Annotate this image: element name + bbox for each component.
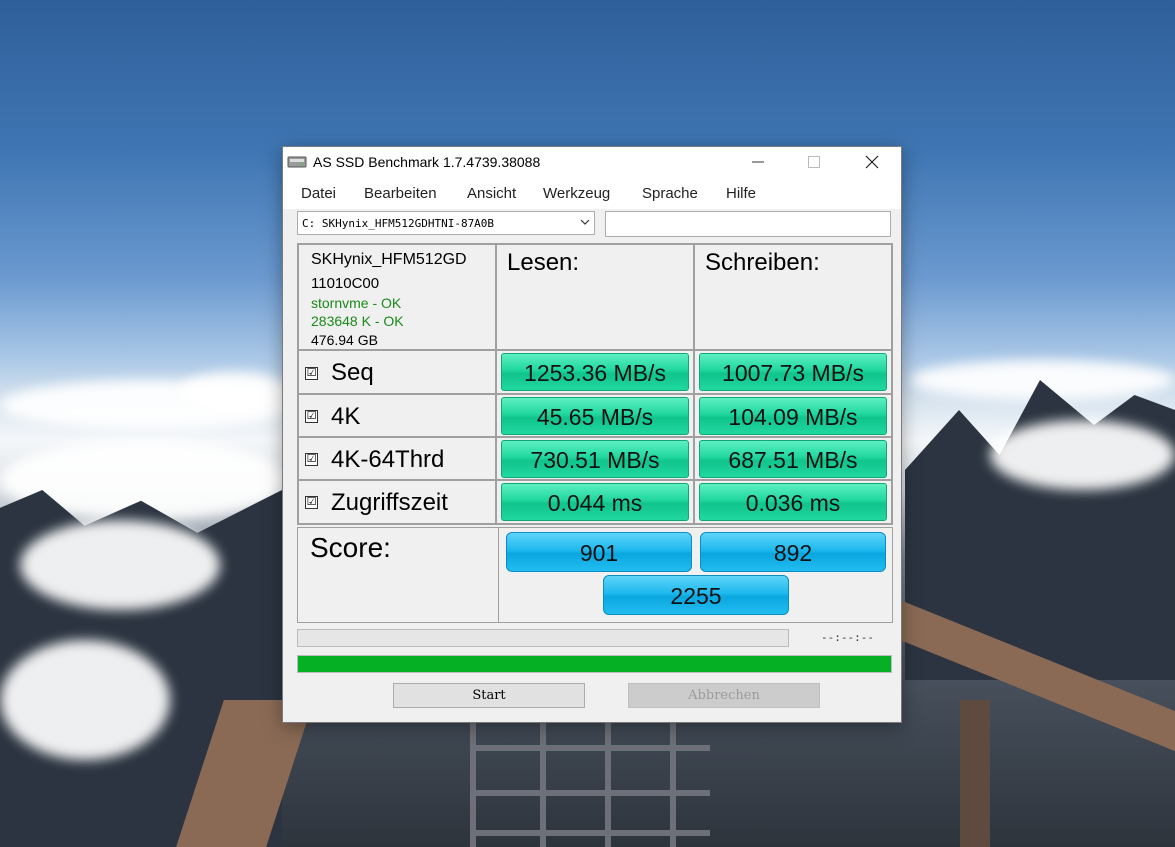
total-progress-fill: [298, 656, 891, 672]
4k64-label: 4K-64Thrd: [331, 446, 445, 473]
minimize-icon: [752, 161, 764, 163]
app-window: AS SSD Benchmark 1.7.4739.38088 Datei Be…: [282, 146, 902, 723]
drive-firmware: 11010C00: [311, 275, 380, 292]
read-header: Lesen:: [507, 249, 580, 276]
chevron-down-icon: [580, 219, 590, 225]
drive-capacity: 476.94 GB: [311, 332, 378, 348]
score-panel: Score: 901 892 2255: [297, 527, 893, 623]
menu-werkzeug[interactable]: Werkzeug: [543, 185, 610, 202]
row-4k64-label-cell: ☑ 4K-64Thrd: [298, 437, 496, 480]
menu-datei[interactable]: Datei: [301, 185, 336, 202]
drive-app-icon: [287, 156, 307, 168]
4k-checkbox[interactable]: ☑: [305, 410, 318, 423]
title-bar[interactable]: AS SSD Benchmark 1.7.4739.38088: [283, 147, 901, 177]
test-progress-bar: [297, 629, 789, 647]
alignment-status: 283648 K - OK: [311, 313, 404, 329]
seq-write-value: 1007.73 MB/s: [699, 353, 887, 391]
4k-write-value: 104.09 MB/s: [699, 397, 887, 435]
driver-status: stornvme - OK: [311, 295, 402, 311]
4k64-checkbox[interactable]: ☑: [305, 453, 318, 466]
test-size-field[interactable]: [605, 211, 891, 237]
maximize-button: [791, 147, 837, 177]
seq-read-cell: 1253.36 MB/s: [496, 350, 694, 394]
row-4k-label-cell: ☑ 4K: [298, 394, 496, 437]
drive-select[interactable]: C: SKHynix_HFM512GDHTNI-87A0B: [297, 211, 595, 235]
access-read-value: 0.044 ms: [501, 483, 689, 521]
4k64-read-cell: 730.51 MB/s: [496, 437, 694, 480]
access-label: Zugriffszeit: [331, 489, 448, 516]
results-grid: SKHynix_HFM512GD 11010C00 stornvme - OK …: [297, 243, 893, 525]
read-header-cell: Lesen:: [496, 244, 694, 350]
menu-bar: Datei Bearbeiten Ansicht Werkzeug Sprach…: [283, 177, 901, 209]
4k-label: 4K: [331, 403, 361, 430]
score-label: Score:: [310, 532, 391, 563]
window-title: AS SSD Benchmark 1.7.4739.38088: [313, 154, 541, 170]
score-total: 2255: [603, 575, 789, 615]
elapsed-time: --:--:--: [821, 631, 874, 644]
seq-read-value: 1253.36 MB/s: [501, 353, 689, 391]
seq-checkbox[interactable]: ☑: [305, 367, 318, 380]
total-progress-bar: [297, 655, 892, 673]
menu-ansicht[interactable]: Ansicht: [467, 185, 516, 202]
start-button[interactable]: Start: [393, 683, 585, 708]
cancel-button[interactable]: Abbrechen: [628, 683, 820, 708]
write-header: Schreiben:: [705, 249, 820, 276]
menu-bearbeiten[interactable]: Bearbeiten: [364, 185, 437, 202]
4k64-read-value: 730.51 MB/s: [501, 440, 689, 478]
close-button[interactable]: [849, 147, 895, 177]
drive-select-value: C: SKHynix_HFM512GDHTNI-87A0B: [302, 217, 495, 230]
minimize-button[interactable]: [735, 147, 781, 177]
4k-read-value: 45.65 MB/s: [501, 397, 689, 435]
4k-write-cell: 104.09 MB/s: [694, 394, 892, 437]
drive-info-panel: SKHynix_HFM512GD 11010C00 stornvme - OK …: [298, 244, 496, 350]
4k64-write-cell: 687.51 MB/s: [694, 437, 892, 480]
maximize-icon: [808, 156, 820, 168]
access-read-cell: 0.044 ms: [496, 480, 694, 524]
seq-label: Seq: [331, 359, 374, 386]
4k-read-cell: 45.65 MB/s: [496, 394, 694, 437]
seq-write-cell: 1007.73 MB/s: [694, 350, 892, 394]
row-access-label-cell: ☑ Zugriffszeit: [298, 480, 496, 524]
4k64-write-value: 687.51 MB/s: [699, 440, 887, 478]
score-read: 901: [506, 532, 692, 572]
row-seq-label-cell: ☑ Seq: [298, 350, 496, 394]
close-icon: [865, 155, 879, 169]
access-write-value: 0.036 ms: [699, 483, 887, 521]
menu-hilfe[interactable]: Hilfe: [726, 185, 756, 202]
score-label-cell: Score:: [298, 528, 499, 622]
access-write-cell: 0.036 ms: [694, 480, 892, 524]
access-checkbox[interactable]: ☑: [305, 496, 318, 509]
menu-sprache[interactable]: Sprache: [642, 185, 698, 202]
score-write: 892: [700, 532, 886, 572]
drive-model: SKHynix_HFM512GD: [311, 251, 467, 268]
write-header-cell: Schreiben:: [694, 244, 892, 350]
